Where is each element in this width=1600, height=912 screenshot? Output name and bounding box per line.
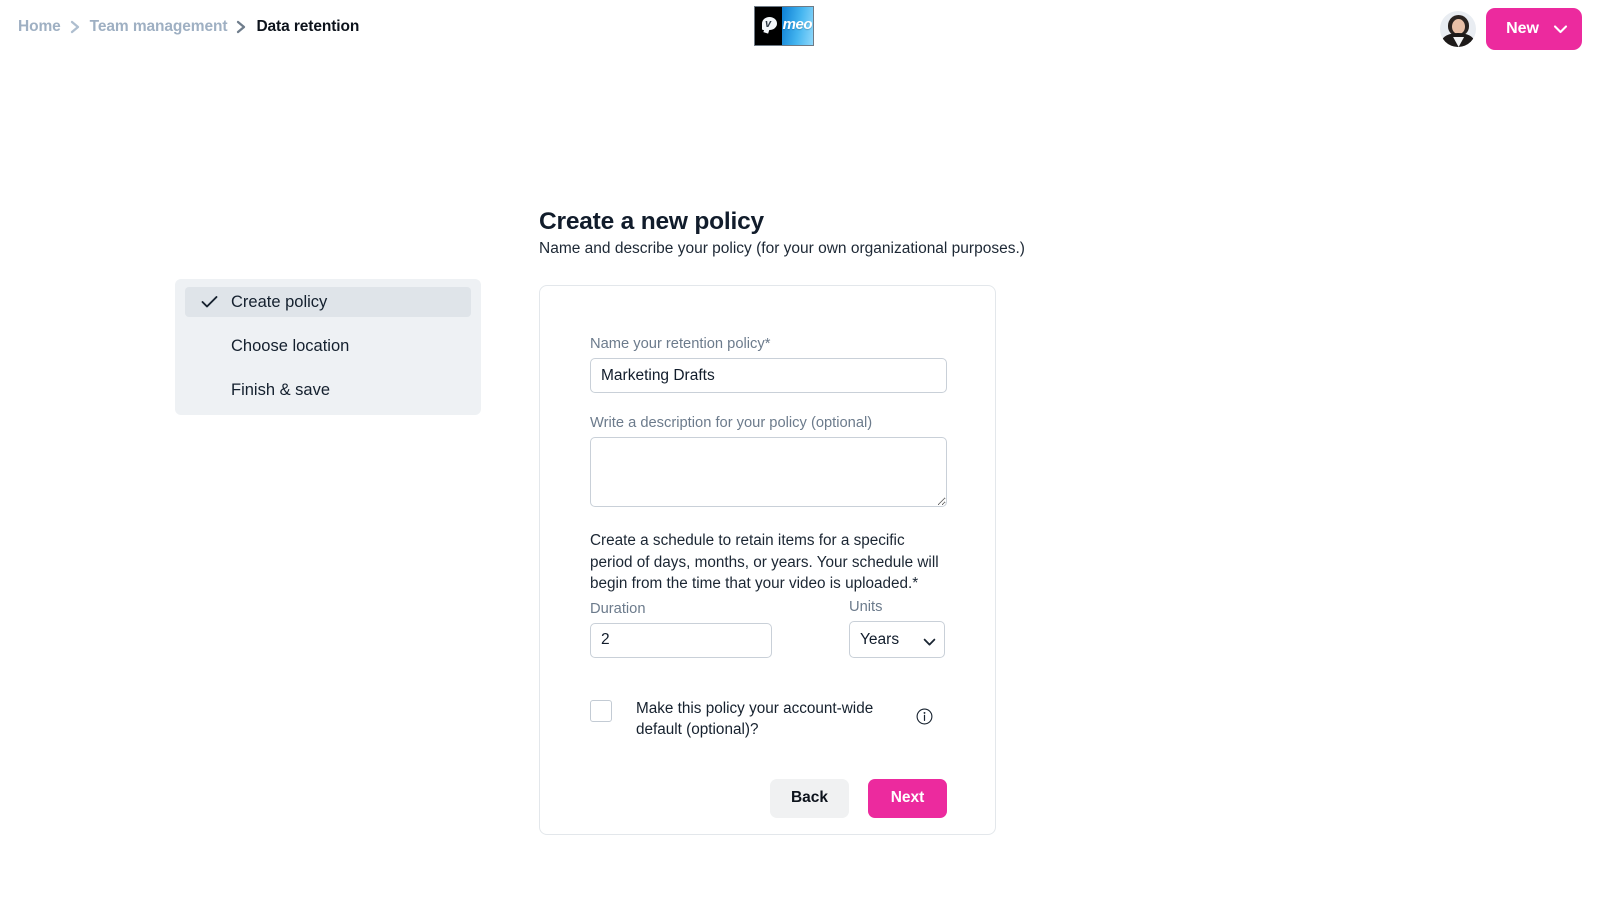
avatar-face — [1452, 19, 1466, 34]
info-circle-icon[interactable] — [916, 708, 933, 730]
duration-field-group: Duration — [590, 601, 849, 658]
schedule-description-text: Create a schedule to retain items for a … — [590, 532, 939, 592]
logo-wordmark: meo — [782, 16, 813, 33]
step-label: Finish & save — [231, 380, 331, 399]
chevron-down-icon — [1553, 24, 1568, 34]
main-content: Create policy Choose location Finish & s… — [0, 58, 1600, 848]
new-button[interactable]: New — [1486, 8, 1582, 50]
form-actions: Back Next — [590, 778, 947, 818]
step-label: Choose location — [231, 336, 350, 355]
name-field-group: Name your retention policy* — [590, 336, 947, 393]
check-icon — [201, 295, 221, 309]
account-default-label: Make this policy your account-wide defau… — [636, 699, 874, 738]
duration-input[interactable] — [590, 622, 772, 658]
new-button-label: New — [1506, 20, 1539, 37]
step-label: Create policy — [231, 292, 328, 311]
description-field-label: Write a description for your policy (opt… — [590, 415, 873, 431]
top-bar: Home Team management Data retention v me… — [0, 0, 1600, 58]
logo-wordmark-bg: meo — [781, 7, 813, 45]
account-default-checkbox[interactable] — [590, 699, 612, 722]
vimeo-logo[interactable]: v meo — [754, 6, 814, 46]
sidebar-item-finish-save[interactable]: Finish & save — [185, 375, 471, 405]
duration-field-label: Duration — [590, 600, 646, 617]
wizard-stepper: Create policy Choose location Finish & s… — [175, 279, 481, 415]
duration-units-row: Duration Units Years — [590, 599, 945, 658]
units-select[interactable]: Years — [849, 620, 945, 658]
page-title: Create a new policy — [539, 208, 764, 235]
policy-name-input[interactable] — [590, 358, 947, 393]
units-field-label: Units — [849, 598, 883, 615]
logo-mark: v — [755, 7, 782, 45]
chevron-right-icon — [236, 20, 247, 34]
chevron-right-icon — [70, 20, 81, 34]
policy-form-card: Name your retention policy* Write a desc… — [539, 285, 996, 835]
breadcrumb: Home Team management Data retention — [18, 18, 359, 36]
breadcrumb-item-data-retention: Data retention — [256, 18, 360, 35]
footer: Terms & Privacy — [0, 848, 1600, 912]
logo-letter-v: v — [765, 18, 772, 30]
breadcrumb-item-team-management[interactable]: Team management — [90, 18, 228, 36]
account-default-row: Make this policy your account-wide defau… — [590, 698, 948, 740]
page-header: Create a new policy Name and describe yo… — [539, 208, 1099, 258]
back-button[interactable]: Back — [770, 778, 849, 818]
units-field-group: Units Years — [849, 599, 945, 658]
policy-description-textarea[interactable] — [590, 437, 947, 507]
page-subtitle: Name and describe your policy (for your … — [539, 240, 1025, 257]
next-button[interactable]: Next — [868, 778, 947, 818]
top-bar-actions: New — [1440, 8, 1582, 50]
breadcrumb-item-home[interactable]: Home — [18, 18, 61, 36]
description-field-group: Write a description for your policy (opt… — [590, 415, 947, 507]
name-field-label: Name your retention policy* — [590, 336, 771, 352]
sidebar-item-choose-location[interactable]: Choose location — [185, 331, 471, 361]
sidebar-item-create-policy[interactable]: Create policy — [185, 287, 471, 317]
user-avatar[interactable] — [1440, 11, 1477, 47]
